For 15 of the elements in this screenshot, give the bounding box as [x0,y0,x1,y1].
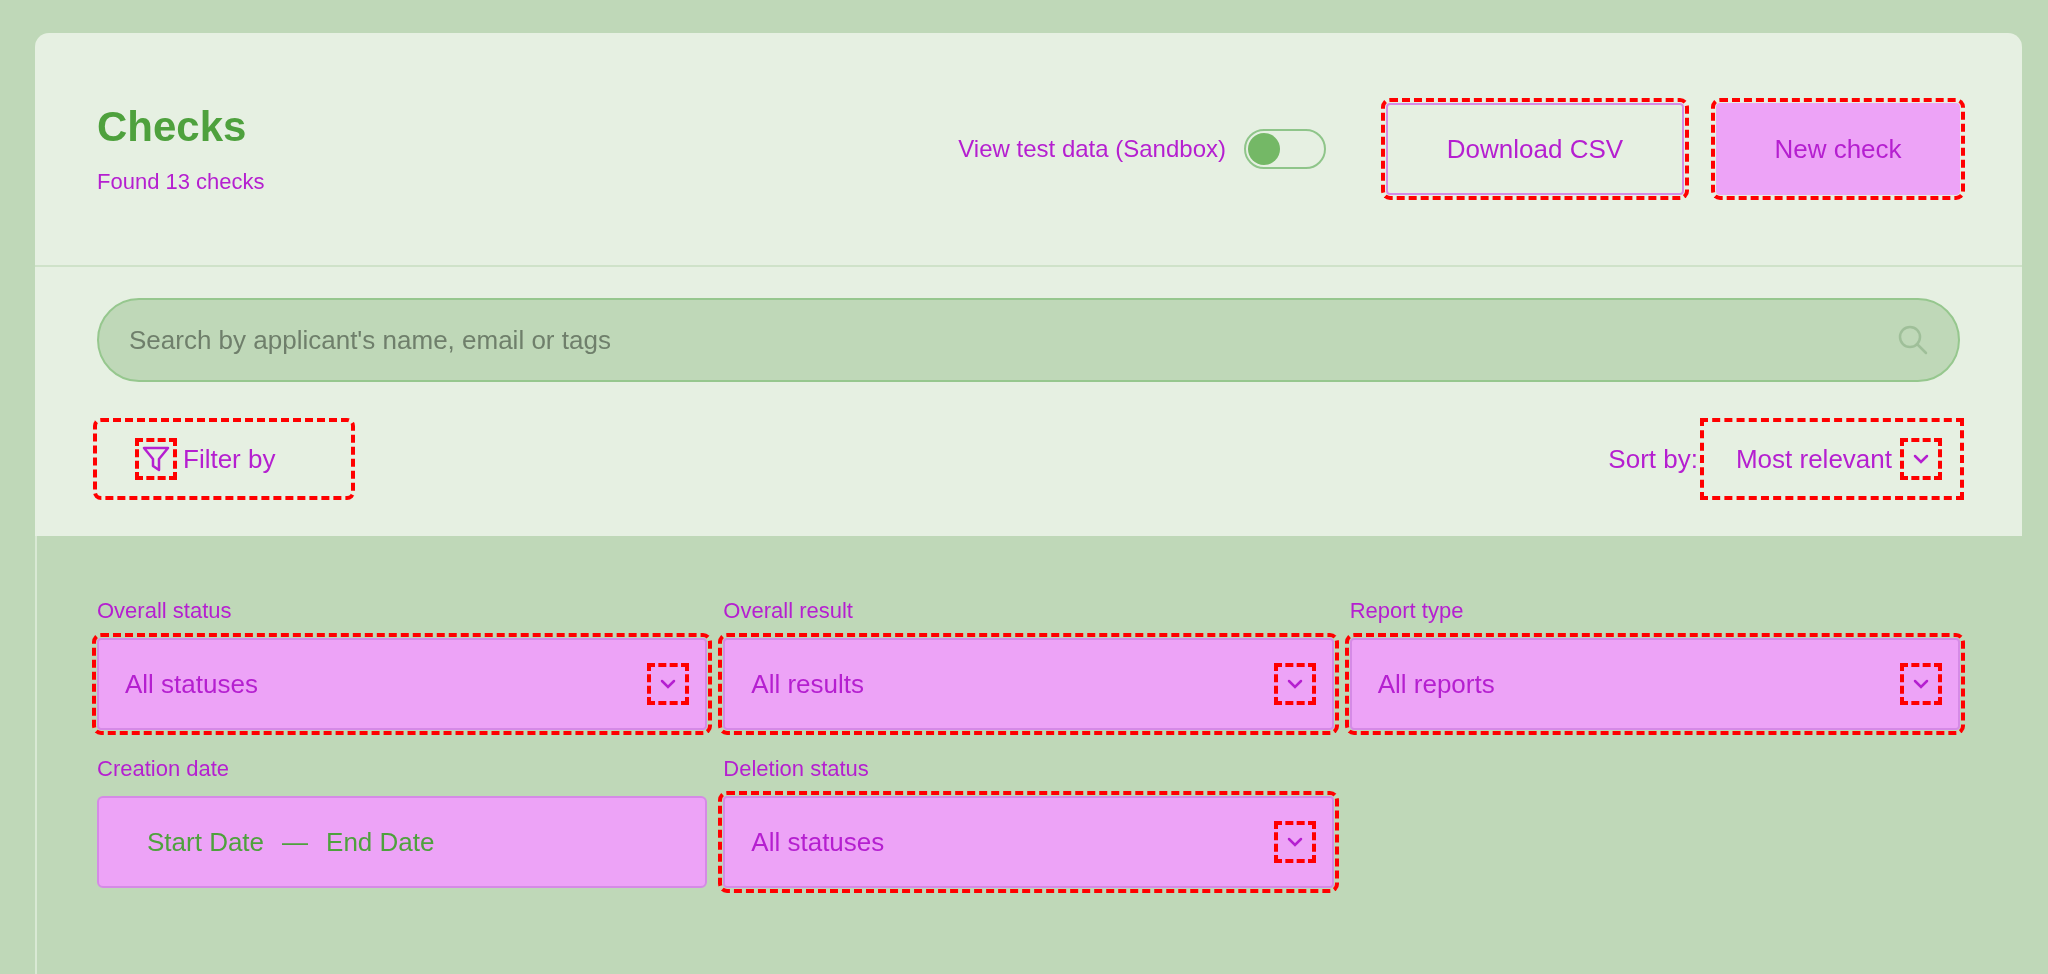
field-label: Report type [1349,598,1465,624]
toggle-label: View test data (Sandbox) [958,135,1226,163]
field-label: Overall status [97,598,233,624]
results-count: Found 13 checks [97,169,266,195]
sort-label: Sort by: [1608,443,1698,475]
toggle-switch[interactable] [1244,129,1326,169]
field-label: Deletion status [723,756,870,782]
field-label: Overall result [723,598,854,624]
page-title: Checks [97,103,248,151]
filter-button[interactable]: Filter by [97,422,352,496]
sort-dropdown[interactable]: Most relevant [1703,422,1960,496]
date-range-field[interactable]: Start Date — End Date [97,796,708,888]
search-field[interactable]: Search by applicant's name, email or tags [97,298,1960,382]
search-icon [1896,323,1930,357]
field-label: Creation date [97,756,231,782]
